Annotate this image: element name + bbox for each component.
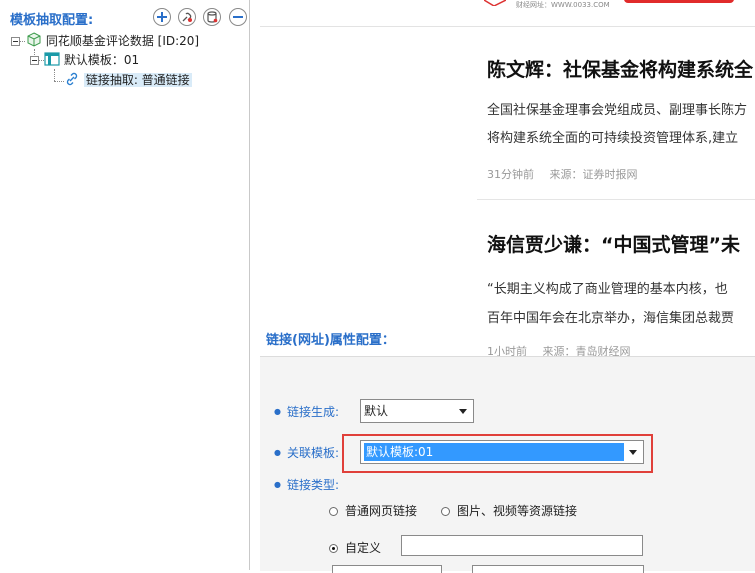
tree-item-link[interactable]: 链接抽取: 普通链接 (64, 71, 192, 89)
cube-icon (27, 32, 41, 47)
radio-button[interactable] (441, 507, 450, 516)
radio-label: 普通网页链接 (345, 504, 418, 518)
template-config-panel: 模板抽取配置: 同花顺基金评论数据 [ID:20] 默认模板：01 链接抽取: … (0, 0, 250, 570)
partial-field[interactable] (332, 565, 442, 573)
tree-item-label: 默认模板：01 (63, 53, 140, 67)
radio-custom[interactable]: 自定义 (329, 539, 381, 556)
tree-item-label: 链接抽取: 普通链接 (83, 73, 192, 87)
remove-button[interactable] (229, 8, 247, 26)
table-icon (44, 52, 60, 66)
link-properties-content: 链接(网址)属性配置： 链接生成: 默认 关联模板: 默认模板:01 链接类型:… (260, 0, 755, 573)
link-generation-label: 链接生成: (274, 403, 339, 420)
collapse-toggle[interactable] (30, 56, 39, 65)
link-icon (66, 72, 78, 86)
tree-connector (54, 69, 55, 81)
link-generation-select[interactable]: 默认 (360, 399, 474, 423)
highlight-annotation (342, 434, 653, 473)
link-icon (182, 12, 192, 22)
add-data-button[interactable] (203, 8, 221, 26)
custom-link-input[interactable] (401, 535, 643, 556)
radio-button[interactable] (329, 507, 338, 516)
radio-label: 自定义 (345, 541, 382, 555)
collapse-toggle[interactable] (11, 37, 20, 46)
tree-connector (20, 41, 25, 42)
minus-icon (233, 16, 243, 18)
panel-title: 模板抽取配置: (10, 13, 94, 28)
add-button[interactable] (153, 8, 171, 26)
tree-item-root[interactable]: 同花顺基金评论数据 [ID:20] (26, 32, 199, 50)
radio-button[interactable] (329, 544, 338, 553)
partial-field[interactable] (472, 565, 644, 573)
database-icon (207, 11, 218, 23)
related-template-label: 关联模板: (274, 444, 339, 461)
tree-item-label: 同花顺基金评论数据 [ID:20] (45, 34, 200, 48)
add-link-button[interactable] (178, 8, 196, 26)
radio-label: 图片、视频等资源链接 (457, 504, 578, 518)
dropdown-arrow-icon (459, 409, 467, 414)
tree-connector (54, 81, 64, 82)
link-type-label: 链接类型: (274, 476, 339, 493)
properties-title: 链接(网址)属性配置： (266, 333, 395, 348)
radio-media-link[interactable]: 图片、视频等资源链接 (441, 502, 577, 519)
selected-value: 默认 (364, 404, 389, 418)
plus-icon (157, 12, 167, 22)
tree-item-template[interactable]: 默认模板：01 (44, 51, 139, 69)
radio-normal-link[interactable]: 普通网页链接 (329, 502, 417, 519)
